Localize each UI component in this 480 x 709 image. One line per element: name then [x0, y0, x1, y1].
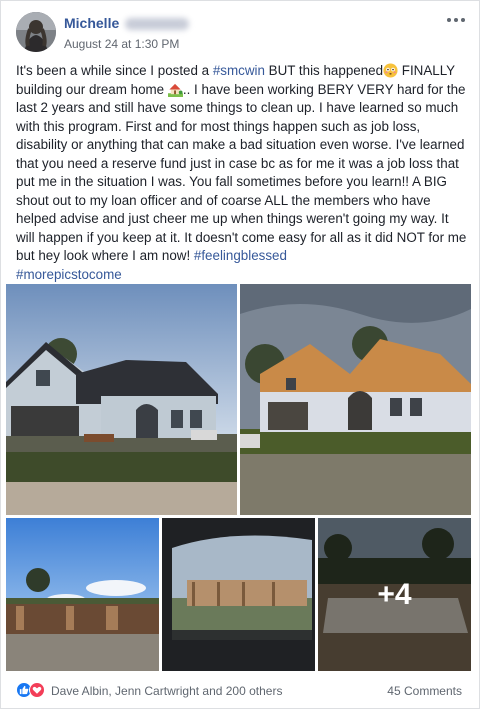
post-text-part: It's been a while since I posted a — [16, 63, 213, 78]
flushed-face-emoji-icon — [383, 63, 398, 78]
post-timestamp[interactable]: August 24 at 1:30 PM — [64, 37, 179, 51]
comments-count[interactable]: 45 Comments — [387, 684, 462, 698]
avatar[interactable] — [16, 12, 56, 52]
post-text-part: BUT this happened — [264, 63, 384, 78]
hashtag-morepicstocome[interactable]: #morepicstocome — [16, 267, 122, 282]
house-with-garden-emoji-icon — [167, 83, 183, 97]
reaction-icons[interactable] — [16, 682, 46, 698]
post-text: It's been a while since I posted a #smcw… — [16, 62, 468, 284]
post-card: Michelle August 24 at 1:30 PM It's been … — [0, 0, 480, 709]
photo-foundation-slab[interactable]: +4 — [318, 518, 471, 671]
photo-framing-sky[interactable] — [6, 518, 159, 671]
hashtag-smcwin[interactable]: #smcwin — [213, 63, 265, 78]
hashtag-feelingblessed[interactable]: #feelingblessed — [194, 248, 287, 263]
post-header: Michelle August 24 at 1:30 PM — [16, 12, 469, 56]
more-options-icon[interactable] — [445, 14, 467, 28]
photo-framing-car-window[interactable] — [162, 518, 315, 671]
more-photos-count[interactable]: +4 — [318, 518, 471, 671]
photo-house-shingles[interactable] — [240, 284, 471, 515]
author-first-name[interactable]: Michelle — [64, 15, 119, 31]
author-name[interactable]: Michelle — [64, 15, 190, 31]
post-footer: Dave Albin, Jenn Cartwright and 200 othe… — [16, 679, 464, 701]
love-reaction-icon — [29, 682, 45, 698]
reactors-summary[interactable]: Dave Albin, Jenn Cartwright and 200 othe… — [51, 684, 282, 698]
photo-house-dusk[interactable] — [6, 284, 237, 515]
redacted-surname — [125, 18, 190, 31]
post-text-part: .. I have been working BERY VERY hard fo… — [16, 81, 467, 264]
